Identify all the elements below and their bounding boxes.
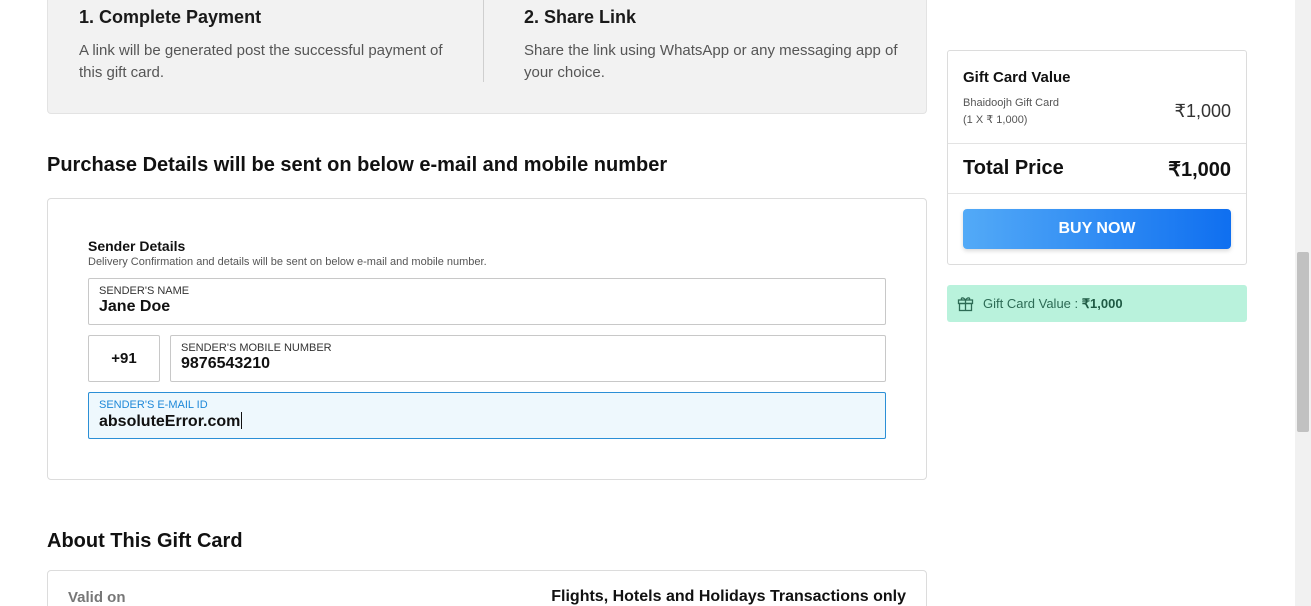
step-title: 2. Share Link — [524, 7, 637, 27]
step-description: Share the link using WhatsApp or any mes… — [524, 42, 898, 81]
sender-mobile-label: SENDER'S MOBILE NUMBER — [181, 342, 332, 354]
total-price-label: Total Price — [963, 157, 1064, 179]
step-divider — [483, 0, 484, 82]
about-gift-card-table: Valid on Flights, Hotels and Holidays Tr… — [47, 570, 927, 606]
gift-card-value-banner: Gift Card Value : ₹1,000 — [947, 285, 1247, 322]
country-code-value[interactable]: +91 — [89, 350, 159, 367]
sender-details-heading: Sender Details — [88, 238, 186, 254]
step-title: 1. Complete Payment — [79, 7, 262, 27]
scrollbar-thumb[interactable] — [1297, 252, 1309, 432]
page-scrollbar[interactable] — [1295, 0, 1311, 606]
sender-email-value: absoluteError.com — [99, 413, 241, 430]
gift-card-item-name: Bhaidoojh Gift Card — [963, 97, 1059, 109]
banner-text: Gift Card Value : ₹1,000 — [983, 296, 1123, 312]
sender-details-card: Sender Details Delivery Confirmation and… — [47, 198, 927, 480]
total-price-value: ₹1,000 — [1168, 159, 1231, 181]
sender-mobile-value[interactable]: 9876543210 — [181, 355, 270, 373]
country-code-field[interactable]: +91 — [88, 335, 160, 382]
sender-email-field[interactable]: SENDER'S E-MAIL ID absoluteError.com — [88, 392, 886, 439]
step-complete-payment: 1. Complete Payment A link will be gener… — [79, 6, 459, 84]
gift-card-item-price: ₹1,000 — [1174, 101, 1232, 121]
gift-card-value-title: Gift Card Value — [963, 69, 1071, 86]
sender-details-subheading: Delivery Confirmation and details will b… — [88, 256, 487, 268]
sender-name-field[interactable]: SENDER'S NAME Jane Doe — [88, 278, 886, 325]
steps-panel: 1. Complete Payment A link will be gener… — [47, 0, 927, 114]
price-summary-card: Gift Card Value Bhaidoojh Gift Card (1 X… — [947, 50, 1247, 265]
sender-email-label: SENDER'S E-MAIL ID — [99, 399, 208, 411]
sender-mobile-field[interactable]: SENDER'S MOBILE NUMBER 9876543210 — [170, 335, 886, 382]
step-share-link: 2. Share Link Share the link using Whats… — [524, 6, 904, 84]
step-description: A link will be generated post the succes… — [79, 42, 443, 81]
valid-on-value: Flights, Hotels and Holidays Transaction… — [551, 588, 906, 605]
buy-now-button[interactable]: BUY NOW — [963, 209, 1231, 249]
purchase-details-title: Purchase Details will be sent on below e… — [47, 154, 668, 176]
divider — [948, 143, 1246, 144]
banner-value: ₹1,000 — [1081, 296, 1123, 311]
text-caret — [241, 412, 243, 429]
gift-icon — [957, 297, 974, 312]
sender-name-value[interactable]: Jane Doe — [99, 298, 170, 316]
valid-on-label: Valid on — [68, 589, 126, 606]
banner-label: Gift Card Value : — [983, 296, 1082, 311]
gift-card-item-quantity: (1 X ₹ 1,000) — [963, 114, 1028, 126]
about-gift-card-title: About This Gift Card — [47, 530, 243, 552]
divider — [948, 193, 1246, 194]
sender-name-label: SENDER'S NAME — [99, 285, 190, 297]
sender-email-input[interactable]: absoluteError.com — [99, 412, 243, 431]
